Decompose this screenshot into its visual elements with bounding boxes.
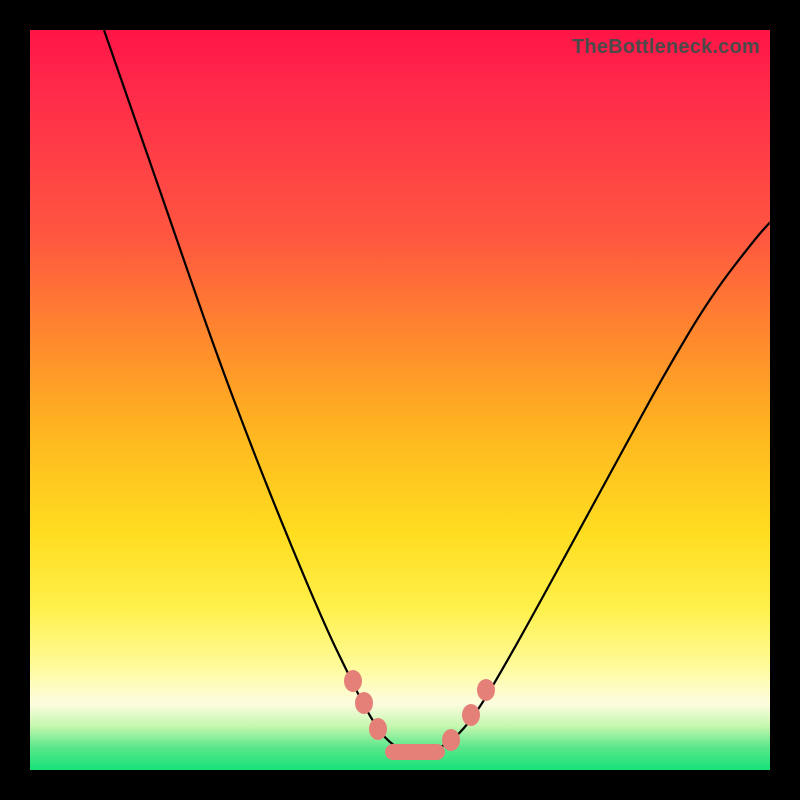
curve-path	[104, 30, 770, 753]
bottleneck-curve	[30, 30, 770, 770]
curve-marker-1	[355, 692, 373, 714]
watermark-text: TheBottleneck.com	[572, 36, 760, 59]
curve-marker-2	[369, 718, 387, 740]
plot-area: TheBottleneck.com	[30, 30, 770, 770]
curve-marker-4	[442, 729, 460, 751]
curve-marker-5	[462, 704, 480, 726]
curve-marker-6	[477, 679, 495, 701]
curve-marker-3	[385, 744, 445, 760]
chart-frame: TheBottleneck.com	[0, 0, 800, 800]
curve-marker-0	[344, 670, 362, 692]
